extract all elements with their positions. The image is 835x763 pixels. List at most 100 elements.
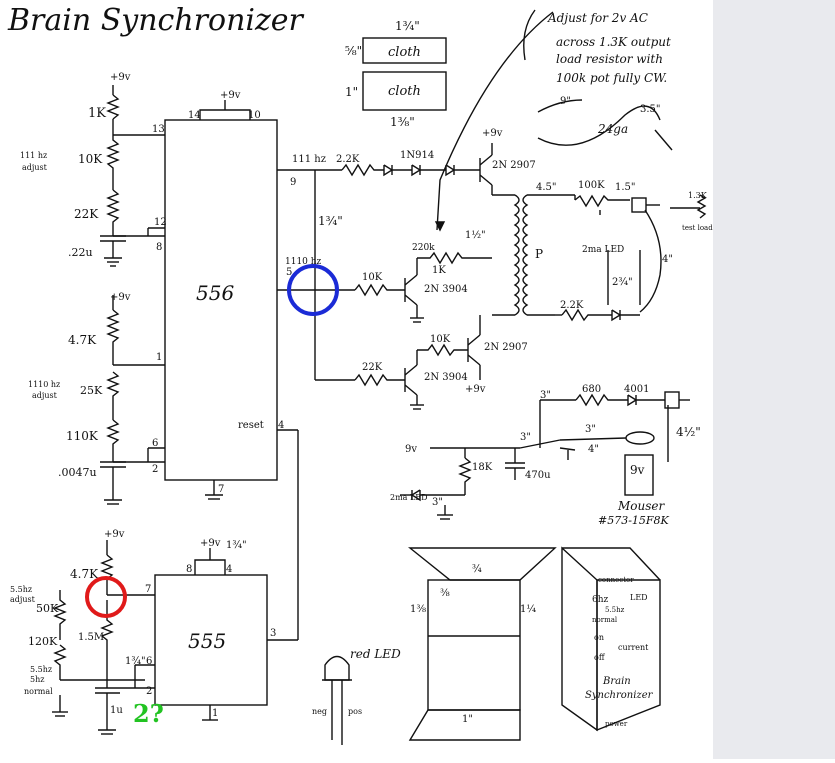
label: Mouser — [617, 499, 666, 513]
label: LED — [630, 593, 648, 602]
dim-label: 3" — [585, 424, 596, 435]
dim-label: 1.5" — [615, 182, 636, 193]
red-highlight-circle — [85, 576, 127, 618]
red-led-body — [324, 655, 350, 681]
box-lid — [408, 547, 557, 581]
label: 680 — [582, 384, 601, 395]
label: .22u — [68, 246, 93, 259]
dim-label: 9" — [560, 96, 571, 107]
label: connector — [598, 576, 634, 584]
pin-label: 1 — [156, 352, 162, 363]
pin-label: 10 — [248, 110, 261, 121]
dim-label: 3" — [540, 390, 551, 401]
schematic-drawing: Brain Synchronizer 1¾" ⅝" cloth 1" cloth… — [7, 3, 713, 745]
label: 18K — [472, 462, 493, 473]
label: 50K — [36, 602, 59, 615]
label: 10K — [430, 334, 451, 345]
pin-label: 6 — [152, 438, 158, 449]
label: 10K — [78, 152, 103, 166]
dim-label: 1¾" — [395, 19, 420, 33]
label: power — [605, 720, 628, 728]
pin-label: 4 — [278, 420, 284, 431]
label: +9v — [482, 128, 503, 139]
label: adjust — [22, 163, 48, 172]
label: #573-15F8K — [598, 514, 670, 527]
dim-label: 1¾" — [226, 540, 247, 551]
label: 4.7K — [68, 333, 97, 347]
dim-label: ¾ — [472, 564, 482, 575]
label: 1.5M — [78, 632, 104, 643]
panel-side — [561, 546, 598, 732]
label: 2ma LED — [390, 493, 428, 502]
dim-label: 1" — [345, 85, 358, 99]
dim-label: 1⅜" — [390, 115, 415, 129]
pin-label: 3 — [270, 628, 276, 639]
label: 100K — [578, 180, 605, 191]
label: adjust — [10, 595, 36, 604]
label: 1N914 — [400, 150, 434, 161]
pin-label: 2 — [146, 686, 152, 697]
label: P — [535, 247, 543, 261]
dim-label: 1¼ — [520, 604, 536, 615]
ic-556-label: 556 — [196, 281, 234, 305]
label: +9v — [110, 292, 131, 303]
note-line: Adjust for 2v AC — [547, 11, 648, 25]
label: red LED — [350, 647, 401, 661]
label: adjust — [32, 391, 58, 400]
dim-label: 3" — [520, 432, 531, 443]
label: reset — [238, 420, 264, 431]
dim-label: 1¾" — [318, 214, 343, 228]
label: 2.2K — [336, 154, 360, 165]
label: 5hz — [30, 675, 44, 684]
label: Synchronizer — [585, 690, 654, 701]
label: 9v — [405, 444, 417, 455]
dim-label: 3" — [432, 497, 443, 508]
battery-label: 9v — [630, 463, 645, 477]
box-front — [427, 579, 521, 711]
label: 22K — [362, 362, 383, 373]
note-line: load resistor with — [556, 52, 663, 66]
label: 1K — [88, 106, 106, 121]
label: +9v — [110, 72, 131, 83]
viewer-sidebar — [713, 0, 835, 759]
pin-label: 6 — [146, 656, 152, 667]
label: 2ma LED — [582, 245, 624, 255]
label: normal — [24, 687, 53, 696]
label: on — [594, 633, 604, 642]
label: .0047u — [58, 466, 97, 479]
label: 2.2K — [560, 300, 584, 311]
label: normal — [592, 616, 618, 624]
label: 111 hz — [20, 151, 47, 160]
label: +9v — [200, 538, 221, 549]
label: 4001 — [624, 384, 649, 395]
label: 10K — [362, 272, 383, 283]
label: 5.5hz — [10, 585, 32, 594]
label: +9v — [104, 529, 125, 540]
dim-label: 1½" — [465, 230, 486, 241]
cloth-label: cloth — [388, 45, 421, 60]
pin-label: 8 — [156, 242, 162, 253]
label: 5.5hz — [30, 665, 52, 674]
pin-label: 12 — [154, 217, 167, 228]
pin-label: 14 — [188, 110, 201, 121]
note-line: 100k pot fully CW. — [556, 71, 667, 85]
pin-label: 1 — [212, 708, 218, 719]
note-line: across 1.3K output — [556, 35, 671, 49]
diagram-title: Brain Synchronizer — [7, 3, 305, 38]
label: pos — [348, 707, 362, 716]
pin-label: 9 — [290, 177, 296, 188]
dim-label: 1⅜ — [410, 604, 426, 615]
dim-label: 3.5" — [640, 104, 661, 115]
label: 2N 2907 — [484, 342, 528, 353]
label: off — [594, 653, 606, 662]
dim-label: 1¾" — [125, 656, 146, 667]
label: current — [618, 643, 649, 652]
label: +9v — [220, 90, 241, 101]
label: 1110 hz — [28, 380, 60, 389]
label: 5.5hz — [605, 606, 625, 614]
schematic-canvas: Brain Synchronizer 1¾" ⅝" cloth 1" cloth… — [0, 0, 835, 759]
dim-label: 4.5" — [536, 182, 557, 193]
dim-label: 4" — [662, 254, 673, 265]
label: 6hz — [592, 595, 609, 605]
label: 110K — [66, 429, 99, 443]
